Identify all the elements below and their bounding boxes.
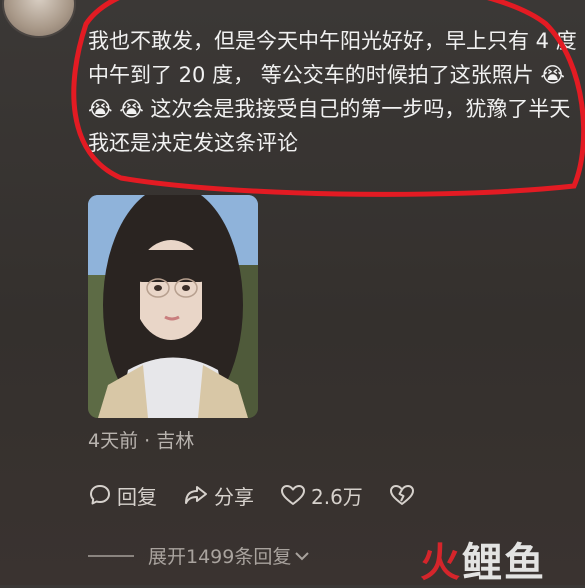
like-button[interactable]: 2.6万 [280, 481, 363, 510]
comment-meta: 4天前 · 吉林 [88, 430, 195, 452]
comment-actions: 回复 分享 2.6万 [88, 480, 415, 510]
reply-label: 回复 [117, 484, 157, 509]
reply-button[interactable]: 回复 [88, 481, 157, 510]
selfie-image [88, 195, 258, 418]
expand-divider [88, 554, 134, 557]
expand-replies-button[interactable]: 展开1499条回复 [88, 542, 310, 569]
share-button[interactable]: 分享 [183, 481, 254, 510]
watermark-logo: 火鲤鱼 [420, 530, 546, 588]
share-label: 分享 [214, 484, 254, 509]
expand-replies-label: 展开1499条回复 [148, 546, 292, 568]
heart-icon [281, 485, 305, 505]
comment-text: 我也不敢发，但是今天中午阳光好好，早上只有 4 度中午到了 20 度， 等公交车… [88, 29, 577, 155]
avatar[interactable] [2, 0, 76, 38]
watermark-part2: 鲤鱼 [462, 540, 546, 586]
reply-icon [90, 485, 110, 505]
watermark-part1: 火 [420, 540, 462, 586]
chevron-down-icon [295, 551, 310, 560]
share-icon [185, 486, 207, 504]
dislike-button[interactable] [389, 483, 415, 507]
dislike-icon [389, 485, 414, 505]
comment-photo[interactable] [88, 195, 258, 418]
like-count: 2.6万 [311, 484, 363, 509]
